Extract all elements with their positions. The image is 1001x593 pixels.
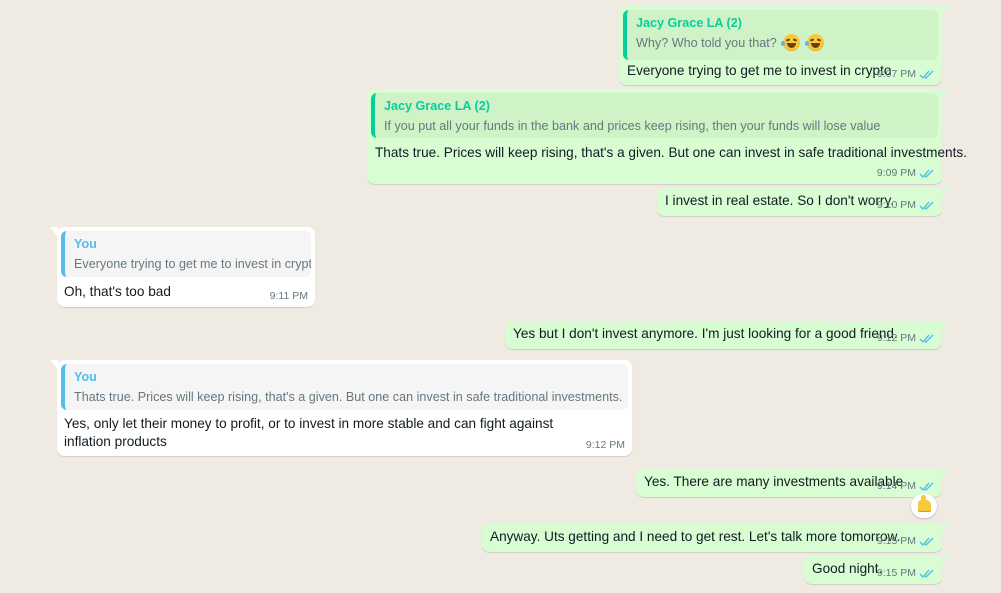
read-double-check-icon xyxy=(919,201,934,210)
message-time: 9:12 PM xyxy=(585,439,625,451)
quoted-message[interactable]: You Everyone trying to get me to invest … xyxy=(61,231,311,277)
outgoing-message[interactable]: Good night. 9:15 PM xyxy=(804,556,949,584)
outgoing-message[interactable]: Jacy Grace LA (2) If you put all your fu… xyxy=(367,89,967,184)
message-text: Thats true. Prices will keep rising, tha… xyxy=(375,145,967,160)
read-double-check-icon xyxy=(919,334,934,343)
read-double-check-icon xyxy=(919,169,934,178)
outgoing-message[interactable]: I invest in real estate. So I don't worr… xyxy=(657,188,949,216)
quote-author: You xyxy=(74,237,97,251)
message-text: Anyway. Uts getting and I need to get re… xyxy=(490,529,901,544)
outgoing-message[interactable]: Yes. There are many investments availabl… xyxy=(636,469,949,497)
quote-author: Jacy Grace LA (2) xyxy=(636,16,742,30)
message-text: Yes but I don't invest anymore. I'm just… xyxy=(513,326,898,341)
message-time: 9:12 PM xyxy=(876,332,916,344)
quote-text: If you put all your funds in the bank an… xyxy=(384,119,881,133)
outgoing-message[interactable]: Anyway. Uts getting and I need to get re… xyxy=(482,524,949,552)
laughing-tears-emoji-icon xyxy=(781,34,801,51)
message-time: 9:11 PM xyxy=(269,290,308,302)
outgoing-message[interactable]: Jacy Grace LA (2) Why? Who told you that… xyxy=(619,6,949,85)
incoming-message[interactable]: You Thats true. Prices will keep rising,… xyxy=(50,360,632,456)
message-time: 9:07 PM xyxy=(876,68,916,80)
message-text: Oh, that's too bad xyxy=(64,284,171,299)
message-reaction[interactable] xyxy=(911,494,937,518)
message-time: 9:15 PM xyxy=(876,567,916,579)
quote-text: Everyone trying to get me to invest in c… xyxy=(74,257,311,271)
message-text: Good night. xyxy=(812,561,883,576)
message-time: 9:09 PM xyxy=(876,167,916,179)
quote-text: Why? Who told you that? xyxy=(636,36,777,50)
quoted-message[interactable]: You Thats true. Prices will keep rising,… xyxy=(61,364,628,410)
message-text: Yes, only let their money to profit, or … xyxy=(64,416,554,449)
quoted-message[interactable]: Jacy Grace LA (2) If you put all your fu… xyxy=(371,93,938,138)
outgoing-message[interactable]: Yes but I don't invest anymore. I'm just… xyxy=(505,321,949,349)
read-double-check-icon xyxy=(919,482,934,491)
message-time: 9:15 PM xyxy=(876,535,916,547)
read-double-check-icon xyxy=(919,569,934,578)
chat-conversation-panel: Jacy Grace LA (2) Why? Who told you that… xyxy=(0,0,1001,593)
quoted-message[interactable]: Jacy Grace LA (2) Why? Who told you that… xyxy=(623,10,938,60)
quote-text: Thats true. Prices will keep rising, tha… xyxy=(74,390,623,404)
message-time: 9:10 PM xyxy=(876,199,916,211)
message-time: 9:14 PM xyxy=(876,480,916,492)
laughing-tears-emoji-icon xyxy=(804,34,824,51)
thumbs-up-emoji-icon xyxy=(917,495,931,512)
message-text: Yes. There are many investments availabl… xyxy=(644,474,904,489)
message-text: Everyone trying to get me to invest in c… xyxy=(627,63,892,78)
quote-author: You xyxy=(74,370,97,384)
quote-author: Jacy Grace LA (2) xyxy=(384,99,490,113)
message-text: I invest in real estate. So I don't worr… xyxy=(665,193,895,208)
read-double-check-icon xyxy=(919,70,934,79)
read-double-check-icon xyxy=(919,537,934,546)
incoming-message[interactable]: You Everyone trying to get me to invest … xyxy=(50,227,315,307)
